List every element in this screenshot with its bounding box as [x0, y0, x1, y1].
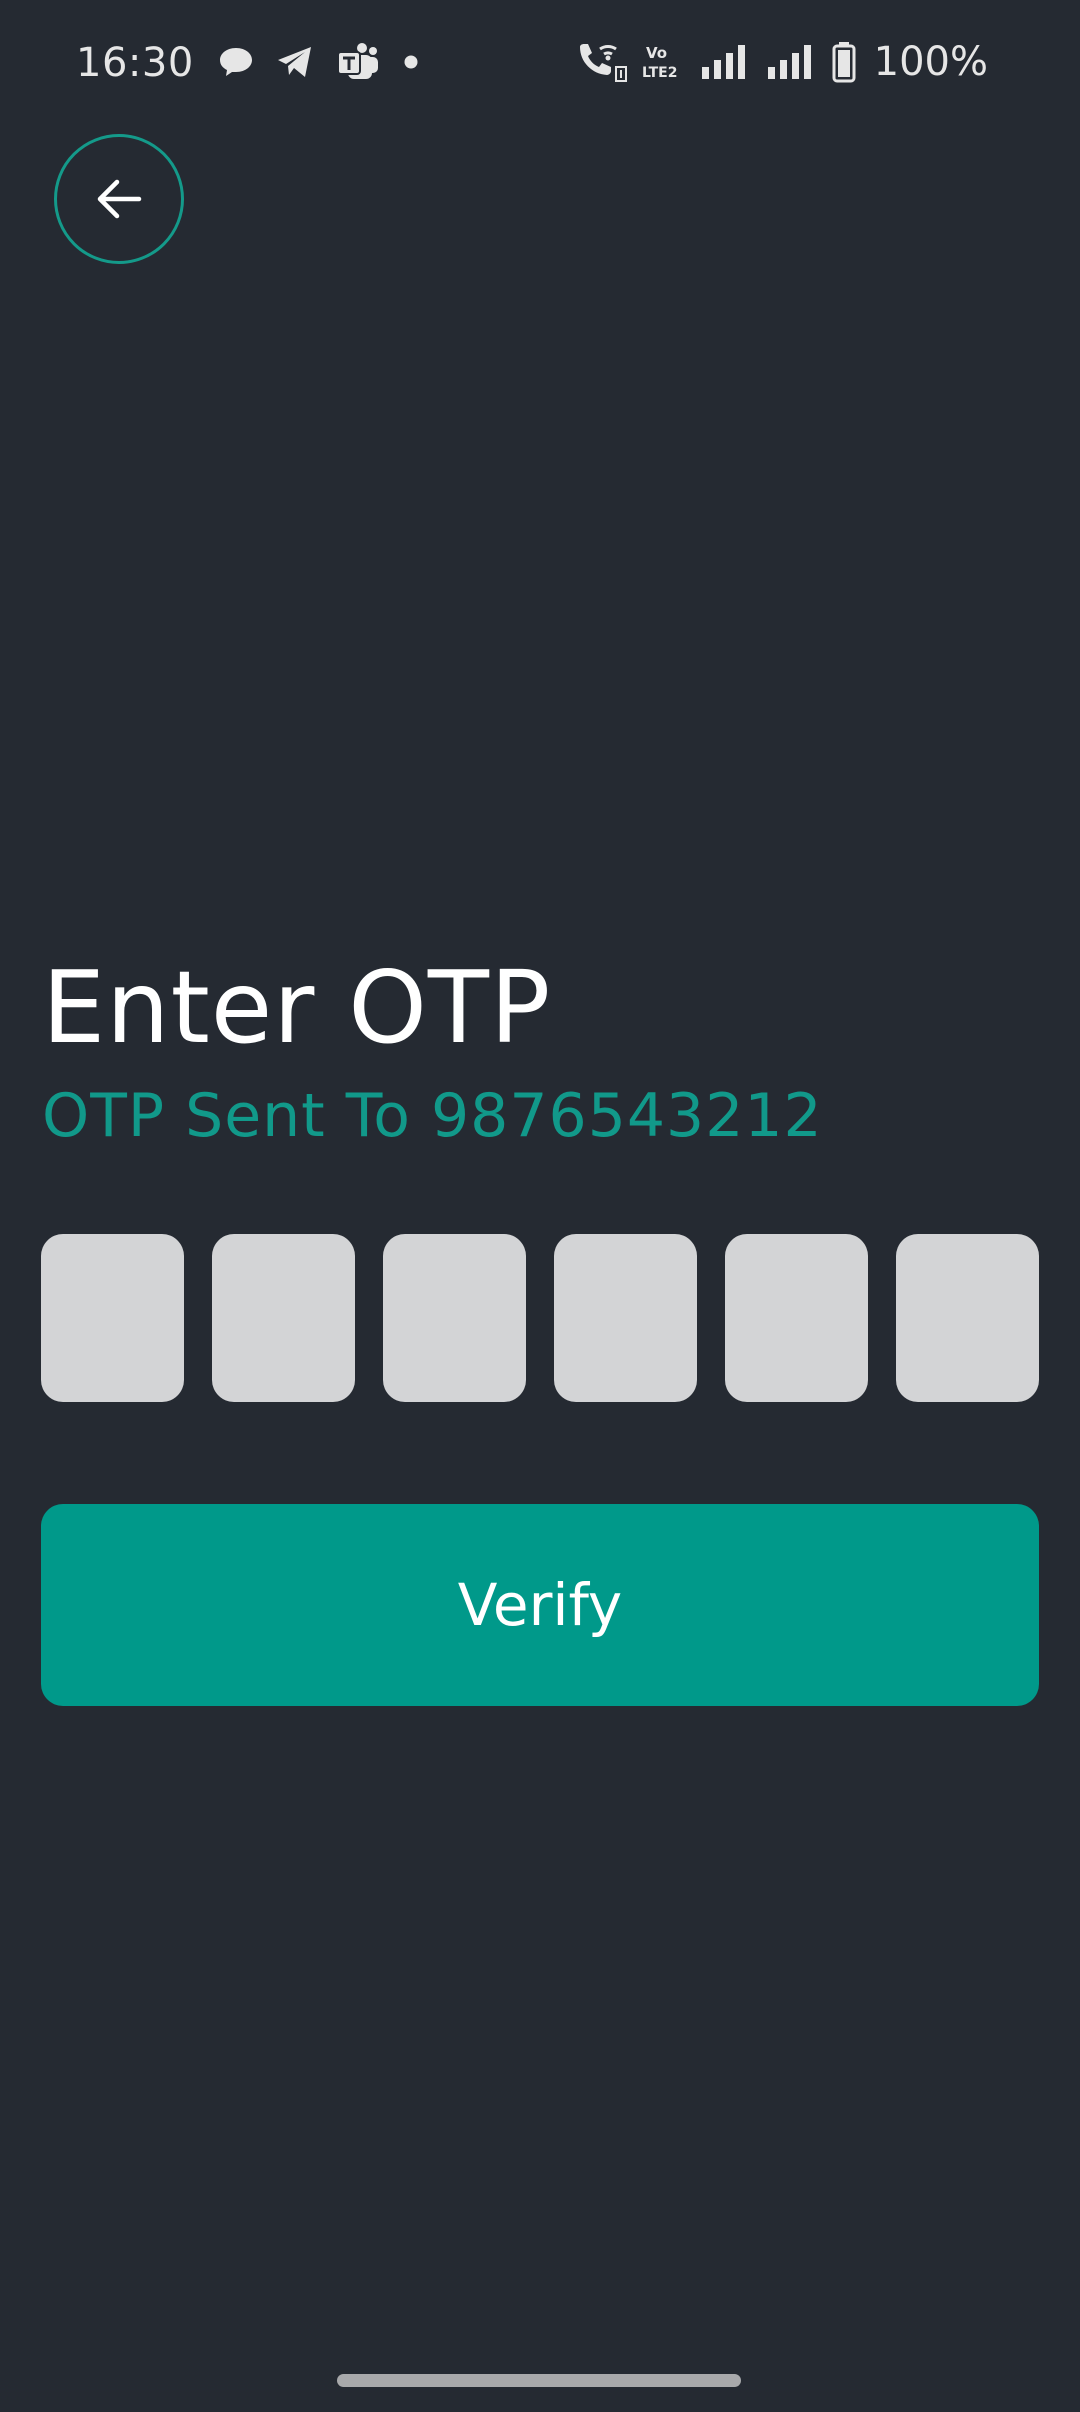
- svg-text:Vo: Vo: [646, 44, 667, 62]
- signal-icon: [700, 43, 752, 81]
- home-indicator[interactable]: [337, 2374, 741, 2387]
- otp-digit-1[interactable]: [41, 1234, 184, 1402]
- telegram-icon: [276, 45, 314, 79]
- status-time: 16:30: [76, 40, 194, 86]
- page-title: Enter OTP: [42, 949, 552, 1066]
- otp-digit-3[interactable]: [383, 1234, 526, 1402]
- signal-icon: [766, 43, 818, 81]
- teams-icon: [336, 42, 380, 82]
- otp-digit-2[interactable]: [212, 1234, 355, 1402]
- otp-digit-4[interactable]: [554, 1234, 697, 1402]
- otp-input-group: [41, 1234, 1039, 1402]
- verify-button[interactable]: Verify: [41, 1504, 1039, 1706]
- otp-sent-subtitle: OTP Sent To 9876543212: [42, 1081, 823, 1151]
- battery-icon: [832, 41, 856, 83]
- dot-icon: [402, 53, 420, 71]
- battery-percentage: 100%: [873, 39, 988, 85]
- svg-text:LTE2: LTE2: [642, 65, 677, 81]
- chat-bubble-icon: [218, 45, 254, 79]
- arrow-left-icon: [95, 177, 143, 221]
- notification-icons: [218, 40, 420, 84]
- otp-digit-5[interactable]: [725, 1234, 868, 1402]
- system-icons: Vo LTE2 100%: [574, 38, 988, 86]
- wifi-calling-icon: [574, 41, 628, 83]
- volte-icon: Vo LTE2: [642, 42, 686, 82]
- verify-button-label: Verify: [457, 1571, 623, 1639]
- otp-digit-6[interactable]: [896, 1234, 1039, 1402]
- status-bar: 16:30 Vo LTE2 100%: [0, 0, 1080, 124]
- back-button[interactable]: [54, 134, 184, 264]
